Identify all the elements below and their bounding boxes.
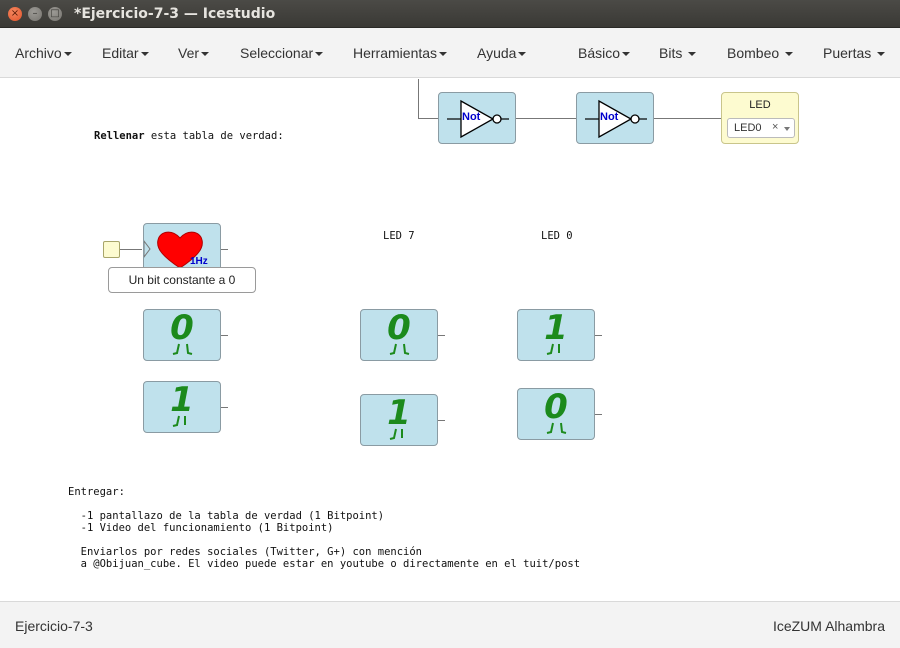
project-name: Ejercicio-7-3 (15, 618, 93, 634)
deliver-line: a @Obijuan_cube. El video puede estar en… (68, 558, 581, 570)
menu-editar[interactable]: Editar (102, 45, 149, 61)
led-pin-select[interactable]: LED0 × (727, 118, 795, 138)
menu-bar: Archivo Editar Ver Seleccionar Herramien… (0, 28, 900, 78)
led-block-title: LED (749, 99, 771, 111)
menu-bombeo[interactable]: Bombeo (727, 45, 794, 61)
bit-constant-block[interactable]: 1 (360, 393, 438, 446)
output-port (438, 335, 445, 336)
clear-icon[interactable]: × (772, 121, 778, 133)
bit-constant-block[interactable]: 0 (360, 308, 438, 361)
chevron-down-icon (688, 52, 697, 57)
output-port (595, 335, 602, 336)
chevron-down-icon (201, 52, 210, 57)
chevron-down-icon (140, 52, 149, 57)
not-label: Not (600, 111, 619, 123)
chevron-down-icon (63, 52, 72, 57)
menu-archivo[interactable]: Archivo (15, 45, 72, 61)
menu-seleccionar[interactable]: Seleccionar (240, 45, 324, 61)
wire (418, 79, 419, 119)
wire (120, 249, 142, 250)
not-gate-block[interactable]: Not (576, 92, 654, 144)
bit-legs-icon (172, 415, 186, 427)
not-label: Not (462, 111, 481, 123)
output-port (221, 407, 228, 408)
wire (418, 118, 438, 119)
input-pin-box[interactable] (103, 241, 120, 258)
tooltip: Un bit constante a 0 (108, 267, 256, 293)
deliver-title: Entregar: (68, 486, 125, 498)
chevron-down-icon (785, 52, 794, 57)
deliver-line: -1 pantallazo de la tabla de verdad (1 B… (68, 510, 385, 522)
bit-legs-icon (172, 343, 193, 355)
bit-constant-block[interactable]: 1 (143, 380, 221, 433)
not-gate-block[interactable]: Not (438, 92, 516, 144)
design-canvas[interactable]: Not Not LED LED0 × Rellenar esta tabla d… (0, 79, 900, 601)
menu-herramientas[interactable]: Herramientas (353, 45, 448, 61)
instruction-text: Rellenar esta tabla de verdad: (94, 130, 284, 142)
bit-legs-icon (389, 428, 403, 440)
output-port (438, 420, 445, 421)
bit-legs-icon (546, 343, 560, 355)
led-pin-value: LED0 (734, 122, 762, 134)
board-name[interactable]: IceZUM Alhambra (773, 618, 885, 634)
menu-ver[interactable]: Ver (178, 45, 210, 61)
bit-legs-icon (546, 422, 567, 434)
title-bar: × – □ *Ejercicio-7-3 — Icestudio (0, 0, 900, 28)
bit-constant-block[interactable]: 0 (517, 387, 595, 440)
minimize-window-button[interactable]: – (28, 7, 42, 21)
deliver-line: Enviarlos por redes sociales (Twitter, G… (68, 546, 423, 558)
chevron-down-icon (315, 52, 324, 57)
chevron-down-icon (439, 52, 448, 57)
chevron-down-icon (518, 52, 527, 57)
output-port (221, 335, 228, 336)
bit-constant-block[interactable]: 1 (517, 308, 595, 361)
deliver-line: -1 Video del funcionamiento (1 Bitpoint) (68, 522, 334, 534)
menu-ayuda[interactable]: Ayuda (477, 45, 527, 61)
column-label-led0: LED 0 (541, 230, 573, 242)
clock-frequency-label: 1Hz (190, 256, 208, 267)
window-title: *Ejercicio-7-3 — Icestudio (74, 6, 276, 22)
chevron-down-icon (877, 52, 886, 57)
chevron-down-icon (622, 52, 631, 57)
maximize-window-button[interactable]: □ (48, 7, 62, 21)
bit-legs-icon (389, 343, 410, 355)
menu-basico[interactable]: Básico (578, 45, 631, 61)
menu-puertas[interactable]: Puertas (823, 45, 886, 61)
bit-constant-block[interactable]: 0 (143, 308, 221, 361)
menu-bits[interactable]: Bits (659, 45, 697, 61)
wire (654, 118, 721, 119)
close-window-button[interactable]: × (8, 7, 22, 21)
column-label-led7: LED 7 (383, 230, 415, 242)
wire (516, 118, 576, 119)
led-output-block[interactable]: LED LED0 × (721, 92, 799, 144)
dropdown-arrow-icon[interactable] (784, 127, 790, 131)
status-bar: Ejercicio-7-3 IceZUM Alhambra (0, 601, 900, 648)
output-port (221, 249, 228, 250)
output-port (595, 414, 602, 415)
